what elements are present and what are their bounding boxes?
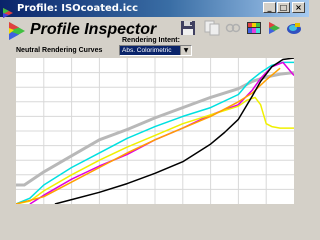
curves-label: Neutral Rendering Curves	[16, 47, 103, 54]
chevron-down-icon[interactable]: ▼	[180, 46, 191, 55]
curves-chart-svg	[15, 57, 295, 205]
palette-icon[interactable]	[246, 20, 262, 36]
link-icon[interactable]	[225, 20, 241, 36]
app-icon	[3, 3, 13, 18]
rendering-intent-value: Abs. Colorimetric	[120, 46, 181, 55]
close-button[interactable]: ×	[292, 2, 305, 13]
gamut-icon[interactable]	[286, 20, 302, 36]
rendering-intent-label: Rendering Intent:	[122, 37, 180, 44]
window-title: Profile: ISOcoated.icc	[17, 3, 139, 14]
copy-icon[interactable]	[204, 20, 220, 36]
rendering-intent-select[interactable]: Abs. Colorimetric ▼	[119, 45, 192, 56]
play-icon[interactable]	[266, 20, 282, 36]
app-logo-icon	[9, 22, 25, 40]
maximize-button[interactable]: □	[277, 2, 290, 13]
save-icon[interactable]	[180, 20, 196, 36]
curves-chart	[15, 57, 295, 205]
minimize-button[interactable]: _	[263, 2, 276, 13]
title-bar: Profile: ISOcoated.icc _ □ ×	[0, 0, 309, 18]
